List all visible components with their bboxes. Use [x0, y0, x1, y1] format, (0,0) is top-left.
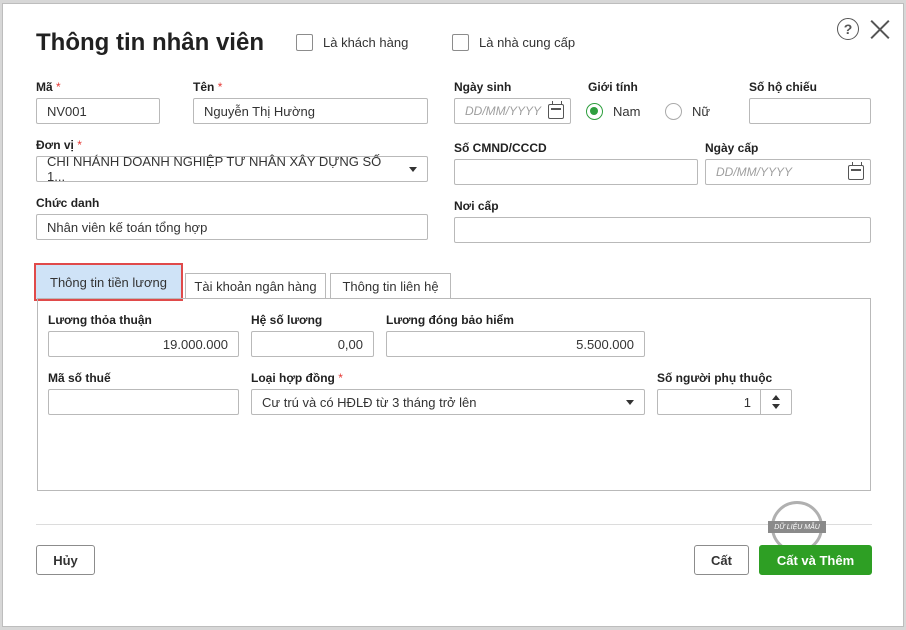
is-supplier-label: Là nhà cung cấp [479, 35, 576, 50]
insurance-salary-input[interactable]: 5.500.000 [386, 331, 645, 357]
insurance-salary-label: Lương đóng bảo hiểm [386, 313, 514, 327]
gender-female-label: Nữ [692, 104, 711, 119]
radio-unselected-icon[interactable] [665, 103, 682, 120]
name-label: Tên * [193, 80, 223, 94]
save-and-add-button[interactable]: Cất và Thêm [759, 545, 872, 575]
dependents-label: Số người phụ thuộc [657, 371, 773, 385]
contract-type-value: Cư trú và có HĐLĐ từ 3 tháng trở lên [262, 394, 477, 410]
stamp-band: DỮ LIỆU MẪU [768, 521, 826, 533]
tab-salary-info[interactable]: Thông tin tiền lương [34, 263, 183, 301]
checkbox-box[interactable] [452, 34, 469, 51]
unit-label: Đơn vị * [36, 138, 82, 152]
agreed-salary-label: Lương thỏa thuận [48, 313, 152, 327]
passport-label: Số hộ chiếu [749, 80, 818, 94]
gender-male-label: Nam [613, 104, 641, 119]
issue-place-label: Nơi cấp [454, 199, 499, 213]
code-label: Mã * [36, 80, 61, 94]
chevron-down-icon[interactable] [772, 404, 780, 409]
contract-type-label: Loại hợp đồng * [251, 371, 343, 385]
agreed-salary-input[interactable]: 19.000.000 [48, 331, 239, 357]
close-icon[interactable] [869, 18, 891, 40]
calendar-icon[interactable] [548, 101, 564, 119]
unit-value: CHI NHÁNH DOANH NGHIỆP TƯ NHÂN XÂY DỰNG … [47, 154, 382, 184]
is-customer-checkbox[interactable]: Là khách hàng [296, 34, 408, 51]
issue-date-input[interactable]: DD/MM/YYYY [705, 159, 871, 185]
issue-place-input[interactable] [454, 217, 871, 243]
salary-coefficient-label: Hệ số lương [251, 313, 323, 327]
unit-select[interactable]: CHI NHÁNH DOANH NGHIỆP TƯ NHÂN XÂY DỰNG … [36, 154, 428, 184]
dependents-stepper[interactable]: 1 [657, 389, 792, 415]
id-number-input[interactable] [454, 159, 698, 185]
dependents-value: 1 [743, 394, 751, 410]
employee-info-dialog: Thông tin nhân viên Là khách hàng Là nhà… [2, 3, 904, 627]
chevron-down-icon[interactable] [626, 400, 634, 405]
chevron-up-icon[interactable] [772, 395, 780, 400]
issue-date-label: Ngày cấp [705, 141, 759, 155]
tax-code-input[interactable] [48, 389, 239, 415]
salary-coefficient-input[interactable]: 0,00 [251, 331, 374, 357]
passport-input[interactable] [749, 98, 871, 124]
gender-female-radio[interactable]: Nữ [665, 103, 710, 120]
issue-date-placeholder: DD/MM/YYYY [716, 165, 793, 179]
name-input[interactable]: Nguyễn Thị Hường [193, 98, 428, 124]
tax-code-label: Mã số thuế [48, 371, 111, 385]
gender-male-radio[interactable]: Nam [586, 103, 640, 120]
save-button[interactable]: Cất [694, 545, 749, 575]
is-supplier-checkbox[interactable]: Là nhà cung cấp [452, 34, 575, 51]
help-icon[interactable]: ? [837, 18, 859, 40]
position-label: Chức danh [36, 196, 100, 210]
birthday-label: Ngày sinh [454, 80, 512, 94]
radio-selected-icon[interactable] [586, 103, 603, 120]
position-input[interactable]: Nhân viên kế toán tổng hợp [36, 214, 428, 240]
is-customer-label: Là khách hàng [323, 35, 409, 50]
calendar-icon[interactable] [848, 162, 864, 180]
contract-type-select[interactable]: Cư trú và có HĐLĐ từ 3 tháng trở lên [251, 389, 645, 415]
tab-bank-account[interactable]: Tài khoản ngân hàng [185, 273, 326, 299]
tab-contact-info[interactable]: Thông tin liên hệ [330, 273, 451, 299]
dialog-title: Thông tin nhân viên [36, 29, 264, 56]
birthday-placeholder: DD/MM/YYYY [465, 104, 542, 118]
birthday-input[interactable]: DD/MM/YYYY [454, 98, 571, 124]
cancel-button[interactable]: Hủy [36, 545, 95, 575]
chevron-down-icon[interactable] [409, 167, 417, 172]
gender-label: Giới tính [588, 80, 638, 94]
id-number-label: Số CMND/CCCD [454, 141, 547, 155]
footer-divider [36, 524, 872, 525]
code-input[interactable]: NV001 [36, 98, 160, 124]
checkbox-box[interactable] [296, 34, 313, 51]
stepper-controls[interactable] [760, 390, 791, 414]
